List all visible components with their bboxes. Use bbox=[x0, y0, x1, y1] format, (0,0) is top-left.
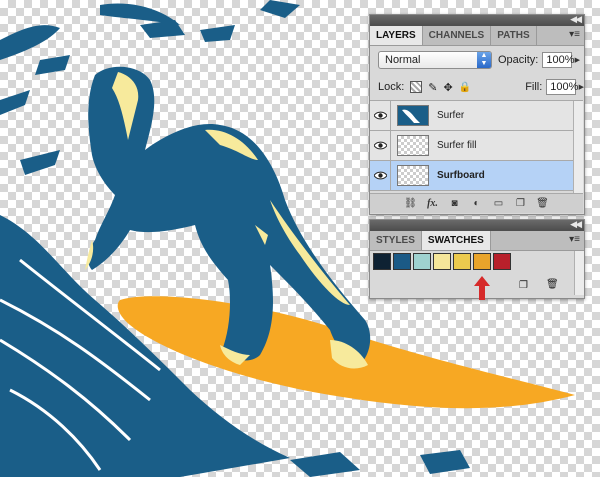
layer-row-surfer[interactable]: Surfer bbox=[370, 101, 583, 131]
tab-paths[interactable]: PATHS bbox=[491, 26, 537, 45]
tab-layers[interactable]: LAYERS bbox=[370, 26, 423, 45]
layer-name: Surfer fill bbox=[437, 140, 477, 151]
swatch-row bbox=[373, 253, 573, 270]
layers-toolbar: ⛓ fx. ◙ ◐ ▭ ❐ 🗑 bbox=[370, 193, 583, 213]
lock-all-icon[interactable]: 🔒 bbox=[459, 82, 471, 93]
panel-menu-icon[interactable]: ▾≡ bbox=[569, 234, 580, 245]
layers-scrollbar[interactable] bbox=[573, 101, 583, 193]
layer-row-surfer-fill[interactable]: Surfer fill bbox=[370, 131, 583, 161]
lock-position-icon[interactable]: ✥ bbox=[444, 81, 453, 94]
trash-icon[interactable]: 🗑 bbox=[546, 279, 559, 290]
layer-thumbnail bbox=[397, 135, 429, 156]
updown-arrows-icon: ▲ ▼ bbox=[477, 52, 491, 68]
color-swatch[interactable] bbox=[433, 253, 451, 270]
folder-icon[interactable]: ▭ bbox=[492, 198, 505, 209]
tab-swatches[interactable]: SWATCHES bbox=[421, 231, 491, 250]
eye-icon[interactable] bbox=[370, 131, 391, 160]
fx-icon[interactable]: fx. bbox=[426, 198, 439, 209]
fill-label: Fill: bbox=[525, 81, 543, 93]
lock-label: Lock: bbox=[378, 81, 405, 93]
layer-thumbnail bbox=[397, 165, 429, 186]
layers-panel-titlebar[interactable]: ◀◀ bbox=[370, 14, 584, 26]
layer-name: Surfboard bbox=[437, 170, 485, 181]
opacity-label: Opacity: bbox=[498, 54, 539, 66]
layers-tab-bar: LAYERS CHANNELS PATHS ▾≡ bbox=[370, 26, 584, 46]
fill-dropdown-icon[interactable]: ▶ bbox=[576, 83, 586, 91]
opacity-dropdown-icon[interactable]: ▶ bbox=[572, 56, 582, 64]
layers-panel: ◀◀ LAYERS CHANNELS PATHS ▾≡ Normal ▲ ▼ Op… bbox=[369, 14, 585, 215]
color-swatch[interactable] bbox=[493, 253, 511, 270]
adjustment-icon[interactable]: ◐ bbox=[470, 198, 483, 209]
lock-row: Lock: ✎ ✥ 🔒 Fill: 100% ▶ bbox=[378, 79, 586, 95]
opacity-field[interactable]: 100% bbox=[542, 52, 575, 68]
color-swatch[interactable] bbox=[473, 253, 491, 270]
trash-icon[interactable]: 🗑 bbox=[536, 198, 549, 209]
new-swatch-icon[interactable]: ❐ bbox=[519, 280, 528, 291]
red-arrow-pointer-icon bbox=[474, 276, 490, 300]
tab-styles[interactable]: STYLES bbox=[370, 231, 422, 250]
color-swatch[interactable] bbox=[373, 253, 391, 270]
layers-list: Surfer Surfer fill Surfboard bbox=[370, 100, 583, 194]
panel-menu-icon[interactable]: ▾≡ bbox=[569, 29, 580, 40]
swatches-scrollbar[interactable] bbox=[574, 251, 584, 295]
color-swatch[interactable] bbox=[453, 253, 471, 270]
opacity-value: 100% bbox=[546, 54, 575, 66]
eye-icon[interactable] bbox=[370, 161, 391, 190]
mask-icon[interactable]: ◙ bbox=[448, 198, 461, 209]
blend-row: Normal ▲ ▼ Opacity: 100% ▶ bbox=[378, 51, 582, 69]
blend-mode-select[interactable]: Normal ▲ ▼ bbox=[378, 51, 492, 69]
fill-value: 100% bbox=[550, 81, 579, 93]
double-arrow-left-icon[interactable]: ◀◀ bbox=[570, 14, 582, 25]
fill-field[interactable]: 100% bbox=[546, 79, 579, 95]
tab-channels[interactable]: CHANNELS bbox=[423, 26, 492, 45]
swatches-tab-bar: STYLES SWATCHES ▾≡ bbox=[370, 231, 584, 251]
layer-row-surfboard[interactable]: Surfboard bbox=[370, 161, 583, 191]
layer-thumbnail bbox=[397, 105, 429, 126]
color-swatch[interactable] bbox=[413, 253, 431, 270]
link-icon[interactable]: ⛓ bbox=[404, 198, 417, 209]
eye-icon[interactable] bbox=[370, 101, 391, 130]
new-layer-icon[interactable]: ❐ bbox=[514, 198, 527, 209]
color-swatch[interactable] bbox=[393, 253, 411, 270]
blend-mode-value: Normal bbox=[385, 54, 421, 66]
lock-paint-icon[interactable]: ✎ bbox=[428, 81, 437, 94]
lock-transparency-icon[interactable] bbox=[410, 81, 423, 93]
double-arrow-left-icon[interactable]: ◀◀ bbox=[570, 219, 582, 230]
swatches-panel-titlebar[interactable]: ◀◀ bbox=[370, 219, 584, 231]
layer-name: Surfer bbox=[437, 110, 465, 121]
